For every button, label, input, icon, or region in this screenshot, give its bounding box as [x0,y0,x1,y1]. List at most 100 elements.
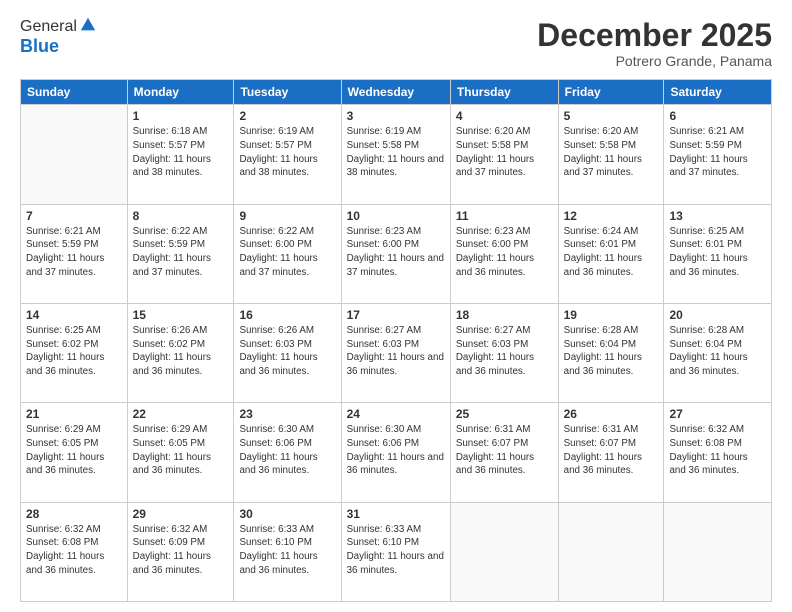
calendar-page: General Blue December 2025 Potrero Grand… [0,0,792,612]
table-row: 6Sunrise: 6:21 AMSunset: 5:59 PMDaylight… [664,105,772,204]
day-number: 26 [564,407,659,421]
day-info: Sunrise: 6:24 AMSunset: 6:01 PMDaylight:… [564,225,659,280]
col-saturday: Saturday [664,80,772,105]
table-row: 4Sunrise: 6:20 AMSunset: 5:58 PMDaylight… [450,105,558,204]
day-number: 17 [347,308,445,322]
table-row: 18Sunrise: 6:27 AMSunset: 6:03 PMDayligh… [450,303,558,402]
table-row: 31 Sunrise: 6:33 AMSunset: 6:10 PMDayligh… [341,502,450,601]
day-number: 8 [133,209,229,223]
logo-blue-text: Blue [20,36,59,56]
day-info: Sunrise: 6:32 AMSunset: 6:08 PMDaylight:… [26,523,122,578]
table-row: 11Sunrise: 6:23 AMSunset: 6:00 PMDayligh… [450,204,558,303]
day-number: 23 [239,407,335,421]
table-row [664,502,772,601]
table-row: 16 Sunrise: 6:26 AMSunset: 6:03 PMDayligh… [234,303,341,402]
table-row: 30Sunrise: 6:33 AMSunset: 6:10 PMDayligh… [234,502,341,601]
logo-icon [79,16,97,34]
table-row [558,502,664,601]
table-row: 8 Sunrise: 6:22 AMSunset: 5:59 PMDaylight… [127,204,234,303]
day-number: 31 [347,507,445,521]
table-row: 7Sunrise: 6:21 AMSunset: 5:59 PMDaylight… [21,204,128,303]
day-number: 29 [133,507,229,521]
day-info: Sunrise: 6:19 AMSunset: 5:57 PMDaylight:… [239,125,335,180]
table-row: 27 Sunrise: 6:32 AMSunset: 6:08 PMDayligh… [664,403,772,502]
day-number: 10 [347,209,445,223]
day-info: Sunrise: 6:20 AMSunset: 5:58 PMDaylight:… [564,125,659,180]
day-number: 5 [564,109,659,123]
day-info: Sunrise: 6:26 AMSunset: 6:03 PMDaylight:… [239,324,335,379]
day-number: 9 [239,209,335,223]
table-row: 2 Sunrise: 6:19 AMSunset: 5:57 PMDaylight… [234,105,341,204]
col-monday: Monday [127,80,234,105]
col-thursday: Thursday [450,80,558,105]
day-number: 22 [133,407,229,421]
day-number: 11 [456,209,553,223]
day-info: Sunrise: 6:23 AMSunset: 6:00 PMDaylight:… [347,225,445,280]
col-tuesday: Tuesday [234,80,341,105]
calendar-week-row: 28 Sunrise: 6:32 AMSunset: 6:08 PMDayligh… [21,502,772,601]
day-info: Sunrise: 6:33 AMSunset: 6:10 PMDaylight:… [347,523,445,578]
table-row: 3 Sunrise: 6:19 AMSunset: 5:58 PMDaylight… [341,105,450,204]
day-info: Sunrise: 6:32 AMSunset: 6:08 PMDaylight:… [669,423,766,478]
table-row: 29 Sunrise: 6:32 AMSunset: 6:09 PMDayligh… [127,502,234,601]
day-number: 13 [669,209,766,223]
day-info: Sunrise: 6:18 AMSunset: 5:57 PMDaylight:… [133,125,229,180]
table-row: 22Sunrise: 6:29 AMSunset: 6:05 PMDayligh… [127,403,234,502]
table-row: 28 Sunrise: 6:32 AMSunset: 6:08 PMDayligh… [21,502,128,601]
table-row: 14 Sunrise: 6:25 AMSunset: 6:02 PMDayligh… [21,303,128,402]
col-friday: Friday [558,80,664,105]
day-number: 3 [347,109,445,123]
table-row: 1 Sunrise: 6:18 AMSunset: 5:57 PMDaylight… [127,105,234,204]
day-info: Sunrise: 6:21 AMSunset: 5:59 PMDaylight:… [669,125,766,180]
day-number: 20 [669,308,766,322]
table-row: 19 Sunrise: 6:28 AMSunset: 6:04 PMDayligh… [558,303,664,402]
day-info: Sunrise: 6:30 AMSunset: 6:06 PMDaylight:… [347,423,445,478]
day-number: 25 [456,407,553,421]
page-header: General Blue December 2025 Potrero Grand… [20,18,772,69]
day-info: Sunrise: 6:32 AMSunset: 6:09 PMDaylight:… [133,523,229,578]
table-row: 17 Sunrise: 6:27 AMSunset: 6:03 PMDayligh… [341,303,450,402]
day-info: Sunrise: 6:30 AMSunset: 6:06 PMDaylight:… [239,423,335,478]
day-info: Sunrise: 6:27 AMSunset: 6:03 PMDaylight:… [347,324,445,379]
day-info: Sunrise: 6:31 AMSunset: 6:07 PMDaylight:… [564,423,659,478]
day-number: 2 [239,109,335,123]
day-number: 19 [564,308,659,322]
day-info: Sunrise: 6:25 AMSunset: 6:01 PMDaylight:… [669,225,766,280]
table-row: 20 Sunrise: 6:28 AMSunset: 6:04 PMDayligh… [664,303,772,402]
table-row: 26 Sunrise: 6:31 AMSunset: 6:07 PMDayligh… [558,403,664,502]
day-number: 16 [239,308,335,322]
calendar-week-row: 21 Sunrise: 6:29 AMSunset: 6:05 PMDayligh… [21,403,772,502]
day-number: 28 [26,507,122,521]
day-info: Sunrise: 6:19 AMSunset: 5:58 PMDaylight:… [347,125,445,180]
table-row: 23 Sunrise: 6:30 AMSunset: 6:06 PMDayligh… [234,403,341,502]
day-number: 7 [26,209,122,223]
day-info: Sunrise: 6:33 AMSunset: 6:10 PMDaylight:… [239,523,335,578]
day-info: Sunrise: 6:22 AMSunset: 5:59 PMDaylight:… [133,225,229,280]
location: Potrero Grande, Panama [537,53,772,69]
day-number: 1 [133,109,229,123]
day-info: Sunrise: 6:25 AMSunset: 6:02 PMDaylight:… [26,324,122,379]
table-row: 10 Sunrise: 6:23 AMSunset: 6:00 PMDayligh… [341,204,450,303]
day-info: Sunrise: 6:28 AMSunset: 6:04 PMDaylight:… [564,324,659,379]
day-number: 12 [564,209,659,223]
col-sunday: Sunday [21,80,128,105]
table-row: 24Sunrise: 6:30 AMSunset: 6:06 PMDayligh… [341,403,450,502]
title-block: December 2025 Potrero Grande, Panama [537,18,772,69]
day-info: Sunrise: 6:20 AMSunset: 5:58 PMDaylight:… [456,125,553,180]
day-info: Sunrise: 6:31 AMSunset: 6:07 PMDaylight:… [456,423,553,478]
day-info: Sunrise: 6:29 AMSunset: 6:05 PMDaylight:… [26,423,122,478]
table-row: 12 Sunrise: 6:24 AMSunset: 6:01 PMDayligh… [558,204,664,303]
table-row: 5 Sunrise: 6:20 AMSunset: 5:58 PMDaylight… [558,105,664,204]
day-number: 14 [26,308,122,322]
col-wednesday: Wednesday [341,80,450,105]
day-info: Sunrise: 6:28 AMSunset: 6:04 PMDaylight:… [669,324,766,379]
day-number: 21 [26,407,122,421]
table-row: 13 Sunrise: 6:25 AMSunset: 6:01 PMDayligh… [664,204,772,303]
day-info: Sunrise: 6:26 AMSunset: 6:02 PMDaylight:… [133,324,229,379]
month-title: December 2025 [537,18,772,53]
day-number: 27 [669,407,766,421]
calendar-header-row: Sunday Monday Tuesday Wednesday Thursday… [21,80,772,105]
table-row: 15Sunrise: 6:26 AMSunset: 6:02 PMDayligh… [127,303,234,402]
table-row: 9Sunrise: 6:22 AMSunset: 6:00 PMDaylight… [234,204,341,303]
table-row [21,105,128,204]
